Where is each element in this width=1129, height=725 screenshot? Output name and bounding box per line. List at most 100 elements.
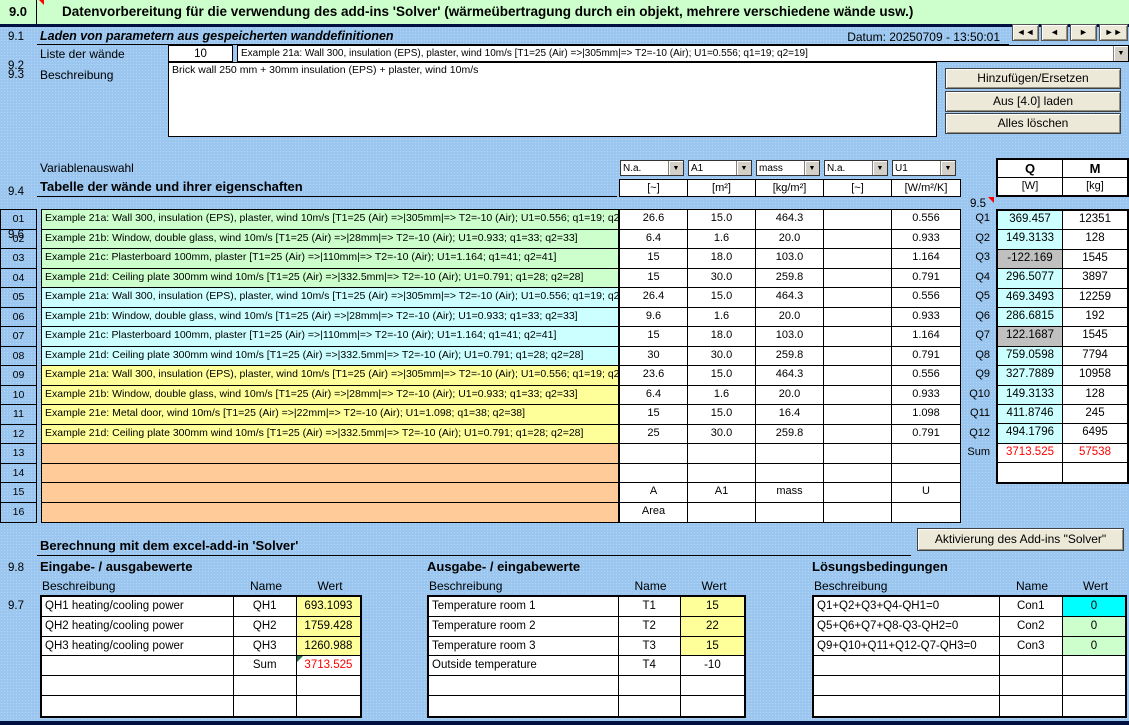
wall-value-cell[interactable]: 103.0 — [756, 327, 824, 346]
io-name-cell[interactable] — [1000, 676, 1063, 695]
wall-description-cell[interactable]: Example 21b: Window, double glass, wind … — [42, 308, 618, 328]
nav-next-button[interactable]: ► — [1070, 24, 1097, 41]
m-value-cell[interactable]: 128 — [1063, 386, 1127, 404]
io-description-cell[interactable]: Q1+Q2+Q3+Q4-QH1=0 — [814, 597, 1000, 616]
variable-dropdown-4[interactable]: N.a.▼ — [824, 160, 888, 176]
io-value-cell[interactable]: 1759.428 — [297, 617, 360, 636]
io-name-cell[interactable] — [1000, 696, 1063, 716]
row-header-11[interactable]: 11 — [1, 405, 36, 425]
wall-value-cell[interactable] — [824, 386, 892, 405]
io-value-cell[interactable] — [1063, 656, 1125, 675]
m-value-cell[interactable]: 3897 — [1063, 269, 1127, 287]
chevron-down-icon[interactable]: ▼ — [940, 161, 955, 175]
m-value-cell[interactable]: 12259 — [1063, 289, 1127, 307]
load-from-4-0-button[interactable]: Aus [4.0] laden — [945, 91, 1121, 112]
io-description-cell[interactable]: Q5+Q6+Q7+Q8-Q3-QH2=0 — [814, 617, 1000, 636]
row-header-02[interactable]: 02 — [1, 230, 36, 250]
row-header-05[interactable]: 05 — [1, 288, 36, 308]
variable-dropdown-3[interactable]: mass▼ — [756, 160, 820, 176]
io-description-cell[interactable]: Temperature room 3 — [429, 637, 619, 656]
wall-value-cell[interactable]: 0.791 — [892, 347, 960, 366]
m-value-cell[interactable]: 128 — [1063, 230, 1127, 248]
row-header-08[interactable]: 08 — [1, 347, 36, 367]
io-name-cell[interactable]: QH3 — [234, 637, 297, 656]
wall-value-cell[interactable]: 0.933 — [892, 308, 960, 327]
io-value-cell[interactable]: 22 — [681, 617, 744, 636]
chevron-down-icon[interactable]: ▼ — [668, 161, 683, 175]
io-value-cell[interactable] — [681, 696, 744, 716]
wall-value-cell[interactable] — [824, 347, 892, 366]
q-value-cell[interactable]: 469.3493 — [998, 289, 1063, 307]
chevron-down-icon[interactable]: ▼ — [804, 161, 819, 175]
row-header-16[interactable]: 16 — [1, 503, 36, 523]
wall-value-cell[interactable] — [824, 230, 892, 249]
wall-value-cell[interactable]: 0.556 — [892, 210, 960, 229]
row-header-01[interactable]: 01 — [1, 210, 36, 230]
m-value-cell[interactable]: 7794 — [1063, 347, 1127, 365]
wall-value-cell[interactable]: 16.4 — [756, 405, 824, 424]
io-description-cell[interactable]: QH1 heating/cooling power — [42, 597, 234, 616]
wall-value-cell[interactable]: 26.4 — [620, 288, 688, 307]
wall-value-cell[interactable]: 20.0 — [756, 308, 824, 327]
io-value-cell[interactable] — [681, 676, 744, 695]
wall-description-cell[interactable]: Example 21d: Ceiling plate 300mm wind 10… — [42, 347, 618, 367]
wall-value-cell[interactable]: 0.556 — [892, 366, 960, 385]
m-value-cell[interactable]: 10958 — [1063, 366, 1127, 384]
m-value-cell[interactable]: 1545 — [1063, 250, 1127, 268]
wall-value-cell[interactable]: 26.6 — [620, 210, 688, 229]
io-value-cell[interactable] — [297, 696, 360, 716]
io-name-cell[interactable]: Sum — [234, 656, 297, 675]
wall-description-cell[interactable]: Example 21d: Ceiling plate 300mm wind 10… — [42, 425, 618, 445]
q-value-cell[interactable]: 286.6815 — [998, 308, 1063, 326]
io-value-cell[interactable]: 3713.525 — [297, 656, 360, 675]
row-header-12[interactable]: 12 — [1, 425, 36, 445]
wall-value-cell[interactable] — [620, 444, 688, 463]
variable-dropdown-5[interactable]: U1▼ — [892, 160, 956, 176]
io-description-cell[interactable] — [814, 696, 1000, 716]
io-value-cell[interactable]: 15 — [681, 637, 744, 656]
m-value-cell[interactable]: 192 — [1063, 308, 1127, 326]
row-header-13[interactable]: 13 — [1, 444, 36, 464]
wall-description-cell[interactable]: Example 21c: Plasterboard 100mm, plaster… — [42, 249, 618, 269]
wall-value-cell[interactable]: 464.3 — [756, 288, 824, 307]
wall-value-cell[interactable] — [756, 444, 824, 463]
q-value-cell[interactable]: 149.3133 — [998, 386, 1063, 404]
wall-value-cell[interactable]: 15 — [620, 269, 688, 288]
wall-value-cell[interactable]: 15 — [620, 249, 688, 268]
wall-value-cell[interactable]: A — [620, 483, 688, 502]
row-header-15[interactable]: 15 — [1, 483, 36, 503]
wall-value-cell[interactable]: 15.0 — [688, 288, 756, 307]
wall-value-cell[interactable]: 9.6 — [620, 308, 688, 327]
q-value-cell[interactable]: 327.7889 — [998, 366, 1063, 384]
wall-value-cell[interactable]: 259.8 — [756, 347, 824, 366]
wall-value-cell[interactable] — [892, 444, 960, 463]
wall-description-cell[interactable]: Example 21b: Window, double glass, wind … — [42, 230, 618, 250]
wall-description-cell[interactable]: Example 21e: Metal door, wind 10m/s [T1=… — [42, 405, 618, 425]
wall-value-cell[interactable] — [824, 405, 892, 424]
io-name-cell[interactable] — [619, 696, 681, 716]
wall-value-cell[interactable]: 1.164 — [892, 327, 960, 346]
q-value-cell[interactable] — [998, 463, 1063, 482]
io-name-cell[interactable]: Con2 — [1000, 617, 1063, 636]
wall-value-cell[interactable] — [620, 464, 688, 483]
wall-value-cell[interactable]: 1.6 — [688, 230, 756, 249]
wall-value-cell[interactable]: Area — [620, 503, 688, 523]
io-description-cell[interactable] — [42, 656, 234, 675]
io-description-cell[interactable] — [42, 696, 234, 716]
io-value-cell[interactable] — [1063, 676, 1125, 695]
wall-value-cell[interactable] — [688, 444, 756, 463]
wall-value-cell[interactable]: 464.3 — [756, 366, 824, 385]
q-value-cell[interactable]: 759.0598 — [998, 347, 1063, 365]
m-value-cell[interactable]: 12351 — [1063, 211, 1127, 229]
wall-value-cell[interactable]: mass — [756, 483, 824, 502]
io-name-cell[interactable] — [1000, 656, 1063, 675]
wall-value-cell[interactable]: 1.6 — [688, 386, 756, 405]
io-name-cell[interactable] — [619, 676, 681, 695]
wall-value-cell[interactable]: 259.8 — [756, 269, 824, 288]
wall-value-cell[interactable]: 25 — [620, 425, 688, 444]
wall-description-cell[interactable]: Example 21a: Wall 300, insulation (EPS),… — [42, 210, 618, 230]
row-header-14[interactable]: 14 — [1, 464, 36, 484]
io-name-cell[interactable]: QH1 — [234, 597, 297, 616]
io-value-cell[interactable]: 693.1093 — [297, 597, 360, 616]
io-name-cell[interactable]: Con1 — [1000, 597, 1063, 616]
